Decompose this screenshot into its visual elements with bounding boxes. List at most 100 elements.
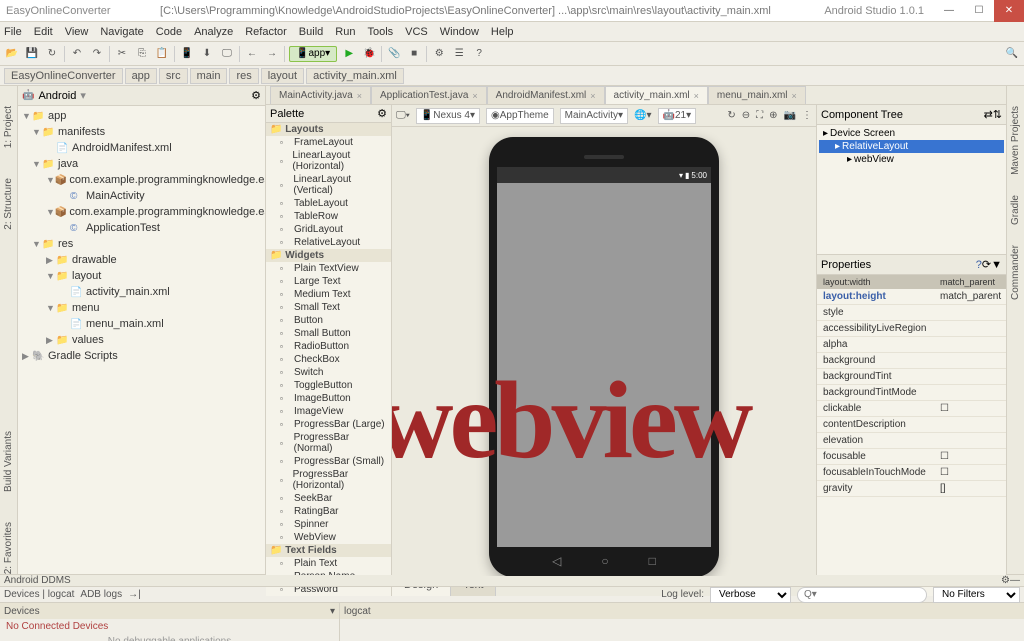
palette-list[interactable]: 📁 Layouts▫FrameLayout▫LinearLayout (Hori… bbox=[266, 123, 391, 596]
palette-item[interactable]: ▫Switch bbox=[266, 366, 391, 379]
filter-prop-icon[interactable]: ▼ bbox=[991, 259, 1002, 271]
tree-item[interactable]: 📄menu_main.xml bbox=[18, 316, 265, 332]
editor-tab[interactable]: menu_main.xml× bbox=[708, 86, 806, 104]
settings-icon[interactable]: ⚙ bbox=[431, 46, 447, 62]
back-icon[interactable]: ← bbox=[244, 46, 260, 62]
menu-navigate[interactable]: Navigate bbox=[100, 26, 143, 38]
component-tree-item[interactable]: ▸ webView bbox=[819, 153, 1004, 166]
property-row[interactable]: contentDescription bbox=[817, 417, 1006, 433]
ddms-gear-icon[interactable]: ⚙ bbox=[1001, 575, 1010, 586]
property-row[interactable]: backgroundTint bbox=[817, 369, 1006, 385]
avd-icon[interactable]: 📱 bbox=[179, 46, 195, 62]
tab-favorites[interactable]: 2: Favorites bbox=[3, 522, 14, 574]
tree-item[interactable]: ▶📁values bbox=[18, 332, 265, 348]
collapse-icon[interactable]: ⇅ bbox=[993, 108, 1002, 121]
property-row[interactable]: alpha bbox=[817, 337, 1006, 353]
menu-window[interactable]: Window bbox=[440, 26, 479, 38]
tree-item[interactable]: ▼📁layout bbox=[18, 268, 265, 284]
property-row[interactable]: backgroundTintMode bbox=[817, 385, 1006, 401]
property-row[interactable]: elevation bbox=[817, 433, 1006, 449]
camera-icon[interactable]: 📷 bbox=[784, 110, 796, 121]
api-selector[interactable]: 🤖21▾ bbox=[658, 108, 697, 124]
structure-icon[interactable]: ☰ bbox=[451, 46, 467, 62]
editor-tab[interactable]: ApplicationTest.java× bbox=[371, 86, 487, 104]
palette-item[interactable]: ▫Medium Text bbox=[266, 288, 391, 301]
run-icon[interactable]: ▶ bbox=[341, 46, 357, 62]
attach-icon[interactable]: 📎 bbox=[386, 46, 402, 62]
palette-item[interactable]: ▫ImageView bbox=[266, 405, 391, 418]
redo-icon[interactable]: ↷ bbox=[89, 46, 105, 62]
palette-item[interactable]: ▫Large Text bbox=[266, 275, 391, 288]
tree-item[interactable]: ©MainActivity bbox=[18, 188, 265, 204]
menu-view[interactable]: View bbox=[65, 26, 89, 38]
forward-icon[interactable]: → bbox=[264, 46, 280, 62]
menu-help[interactable]: Help bbox=[491, 26, 514, 38]
component-tree-item[interactable]: ▸ RelativeLayout bbox=[819, 140, 1004, 153]
tree-item[interactable]: 📄activity_main.xml bbox=[18, 284, 265, 300]
crumb-project[interactable]: EasyOnlineConverter bbox=[4, 68, 123, 84]
activity-selector[interactable]: MainActivity ▾ bbox=[560, 108, 628, 124]
tree-item[interactable]: ▼📁menu bbox=[18, 300, 265, 316]
device-screen[interactable]: ▾ ▮ 5:00 bbox=[497, 167, 711, 547]
tab-maven[interactable]: Maven Projects bbox=[1010, 106, 1021, 175]
property-row[interactable]: clickable☐ bbox=[817, 401, 1006, 417]
logcat-search[interactable] bbox=[797, 587, 927, 603]
close-button[interactable]: ✕ bbox=[994, 0, 1024, 22]
palette-item[interactable]: ▫TableRow bbox=[266, 210, 391, 223]
menu-file[interactable]: File bbox=[4, 26, 22, 38]
palette-item[interactable]: ▫CheckBox bbox=[266, 353, 391, 366]
project-panel-header[interactable]: 🤖 Android ▾ ⚙ bbox=[18, 86, 265, 106]
help-icon[interactable]: ? bbox=[471, 46, 487, 62]
properties-table[interactable]: layout:widthmatch_parent layout:heightma… bbox=[817, 275, 1006, 596]
palette-item[interactable]: ▫ImageButton bbox=[266, 392, 391, 405]
copy-icon[interactable]: ⎘ bbox=[134, 46, 150, 62]
menu-code[interactable]: Code bbox=[156, 26, 182, 38]
zoom-in-icon[interactable]: ⊕ bbox=[769, 110, 777, 121]
tree-item[interactable]: ▼📦com.example.programmingknowledge.easyo… bbox=[18, 172, 265, 188]
run-config-selector[interactable]: 📱 app ▾ bbox=[289, 46, 337, 62]
log-filter-select[interactable]: No Filters bbox=[933, 587, 1020, 603]
tab-commander[interactable]: Commander bbox=[1010, 245, 1021, 300]
editor-tab[interactable]: activity_main.xml× bbox=[605, 86, 708, 104]
palette-item[interactable]: ▫Plain Text bbox=[266, 557, 391, 570]
menu-refactor[interactable]: Refactor bbox=[245, 26, 287, 38]
ddms-arrow-icon[interactable]: →| bbox=[128, 589, 141, 600]
palette-category[interactable]: 📁 Text Fields bbox=[266, 544, 391, 557]
tree-item[interactable]: ©ApplicationTest bbox=[18, 220, 265, 236]
open-icon[interactable]: 📂 bbox=[4, 46, 20, 62]
menu-run[interactable]: Run bbox=[335, 26, 355, 38]
refresh-icon[interactable]: ↻ bbox=[727, 110, 735, 121]
palette-item[interactable]: ▫RelativeLayout bbox=[266, 236, 391, 249]
tab-project[interactable]: 1: Project bbox=[3, 106, 14, 148]
palette-item[interactable]: ▫RadioButton bbox=[266, 340, 391, 353]
maximize-button[interactable]: ☐ bbox=[964, 0, 994, 22]
device-selector[interactable]: 📱 Nexus 4 ▾ bbox=[416, 108, 480, 124]
crumb-res[interactable]: res bbox=[229, 68, 258, 84]
tree-item[interactable]: ▶📁drawable bbox=[18, 252, 265, 268]
tree-item[interactable]: ▼📁app bbox=[18, 108, 265, 124]
locale-icon[interactable]: 🌐▾ bbox=[634, 110, 651, 121]
palette-item[interactable]: ▫ToggleButton bbox=[266, 379, 391, 392]
search-icon[interactable]: 🔍 bbox=[1004, 46, 1020, 62]
sync-icon[interactable]: ↻ bbox=[44, 46, 60, 62]
editor-tab[interactable]: MainActivity.java× bbox=[270, 86, 371, 104]
sdk-icon[interactable]: ⬇ bbox=[199, 46, 215, 62]
menu-vcs[interactable]: VCS bbox=[405, 26, 428, 38]
palette-item[interactable]: ▫FrameLayout bbox=[266, 136, 391, 149]
tab-build-variants[interactable]: Build Variants bbox=[3, 431, 14, 492]
property-row[interactable]: focusableInTouchMode☐ bbox=[817, 465, 1006, 481]
revert-prop-icon[interactable]: ⟳ bbox=[982, 258, 991, 271]
menu-tools[interactable]: Tools bbox=[367, 26, 393, 38]
orientation-icon[interactable]: 🖵▾ bbox=[396, 110, 410, 121]
crumb-layout[interactable]: layout bbox=[261, 68, 304, 84]
palette-item[interactable]: ▫TableLayout bbox=[266, 197, 391, 210]
palette-item[interactable]: ▫Spinner bbox=[266, 518, 391, 531]
property-row[interactable]: background bbox=[817, 353, 1006, 369]
ddms-hide-icon[interactable]: — bbox=[1010, 575, 1020, 586]
crumb-main[interactable]: main bbox=[190, 68, 228, 84]
palette-item[interactable]: ▫ProgressBar (Horizontal) bbox=[266, 468, 391, 492]
crumb-app[interactable]: app bbox=[125, 68, 157, 84]
crumb-src[interactable]: src bbox=[159, 68, 188, 84]
undo-icon[interactable]: ↶ bbox=[69, 46, 85, 62]
expand-icon[interactable]: ⇄ bbox=[984, 108, 993, 121]
